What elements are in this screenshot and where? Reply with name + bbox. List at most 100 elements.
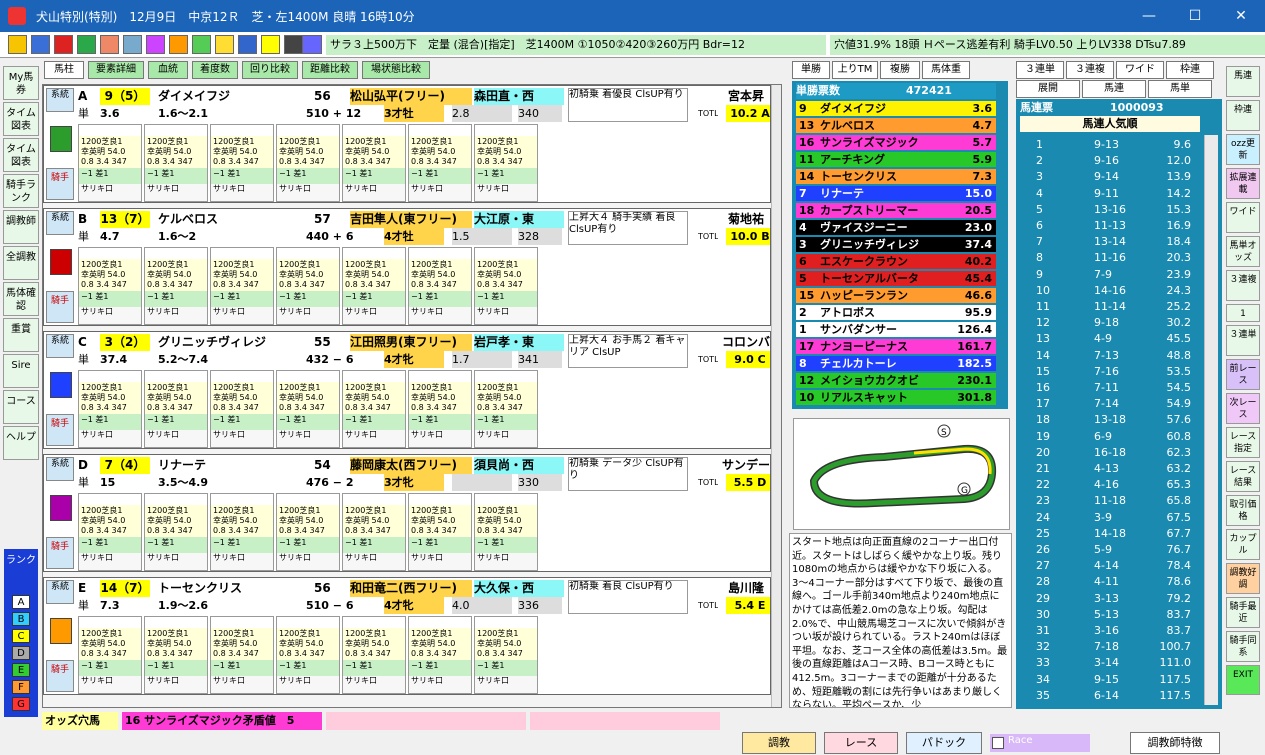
baren-row[interactable]: 26 5-9 76.7: [1024, 542, 1199, 557]
tab-sanrenpuku[interactable]: ３連複: [1066, 61, 1114, 79]
right-nav-button[interactable]: カップル: [1226, 529, 1260, 560]
horse-row[interactable]: 系統 騎手 A 9（5） ダイメイフジ 56 松山弘平(フリー) 森田直・西 初騎…: [43, 85, 771, 203]
tab-umabashira[interactable]: 馬柱: [44, 61, 84, 79]
rank-b[interactable]: B: [12, 612, 30, 626]
horse-system-button[interactable]: 系統: [46, 457, 74, 481]
rank-g[interactable]: G: [12, 697, 30, 711]
horse-name[interactable]: ダイメイフジ: [158, 88, 288, 105]
horse-jockey[interactable]: 松山弘平(フリー): [350, 88, 472, 105]
past-race-cell[interactable]: 1200芝良1 幸英明 54.0 0.8 3.4 347 −1 差1 サリキ口: [342, 493, 406, 571]
horse-row[interactable]: 系統 騎手 B 13（7） ケルベロス 57 吉田隼人(東フリー) 大江原・東 上…: [43, 208, 771, 326]
horse-jockey[interactable]: 和田竜二(西フリー): [350, 580, 472, 597]
past-race-cell[interactable]: 1200芝良1 幸英明 54.0 0.8 3.4 347 −1 差1 サリキ口: [144, 370, 208, 448]
horse-system-button[interactable]: 系統: [46, 334, 74, 358]
tan-row[interactable]: 1 サンバダンサー 126.4: [796, 322, 996, 337]
right-nav-button[interactable]: ３連複: [1226, 270, 1260, 301]
right-nav-button[interactable]: 騎手最近: [1226, 597, 1260, 628]
past-race-cell[interactable]: 1200芝良1 幸英明 54.0 0.8 3.4 347 −1 差1 サリキ口: [474, 493, 538, 571]
baren-row[interactable]: 10 14-16 24.3: [1024, 283, 1199, 298]
past-race-cell[interactable]: 1200芝良1 幸英明 54.0 0.8 3.4 347 −1 差1 サリキ口: [144, 616, 208, 694]
baren-row[interactable]: 32 7-18 100.7: [1024, 639, 1199, 654]
tool-icon-10[interactable]: [215, 35, 234, 54]
past-race-cell[interactable]: 1200芝良1 幸英明 54.0 0.8 3.4 347 −1 差1 サリキ口: [276, 370, 340, 448]
past-race-cell[interactable]: 1200芝良1 幸英明 54.0 0.8 3.4 347 −1 差1 サリキ口: [408, 493, 472, 571]
tab-wide[interactable]: ワイド: [1116, 61, 1164, 79]
tool-icon-12[interactable]: [261, 35, 280, 54]
baren-row[interactable]: 5 13-16 15.3: [1024, 202, 1199, 217]
baren-row[interactable]: 34 9-15 117.5: [1024, 672, 1199, 687]
past-race-cell[interactable]: 1200芝良1 幸英明 54.0 0.8 3.4 347 −1 差1 サリキ口: [474, 247, 538, 325]
rank-d[interactable]: D: [12, 646, 30, 660]
baren-row[interactable]: 20 16-18 62.3: [1024, 445, 1199, 460]
horse-system-button[interactable]: 系統: [46, 580, 74, 604]
tan-row[interactable]: 2 アトロボス 95.9: [796, 305, 996, 320]
nav-time-chart-1[interactable]: タイム図表: [3, 102, 39, 136]
tan-row[interactable]: 3 グリニッチヴィレジ 37.4: [796, 237, 996, 252]
tan-row[interactable]: 15 ハッピーランラン 46.6: [796, 288, 996, 303]
tool-icon-14[interactable]: [302, 35, 322, 54]
past-race-cell[interactable]: 1200芝良1 幸英明 54.0 0.8 3.4 347 −1 差1 サリキ口: [474, 124, 538, 202]
past-race-cell[interactable]: 1200芝良1 幸英明 54.0 0.8 3.4 347 −1 差1 サリキ口: [276, 247, 340, 325]
nav-body-check[interactable]: 馬体確認: [3, 282, 39, 316]
past-race-cell[interactable]: 1200芝良1 幸英明 54.0 0.8 3.4 347 −1 差1 サリキ口: [144, 124, 208, 202]
right-nav-button[interactable]: 前レース: [1226, 359, 1260, 390]
past-race-cell[interactable]: 1200芝良1 幸英明 54.0 0.8 3.4 347 −1 差1 サリキ口: [342, 370, 406, 448]
tool-icon-9[interactable]: [192, 35, 211, 54]
baren-row[interactable]: 1 9-13 9.6: [1024, 137, 1199, 152]
baren-row[interactable]: 3 9-14 13.9: [1024, 169, 1199, 184]
nav-all-training[interactable]: 全調教: [3, 246, 39, 280]
past-race-cell[interactable]: 1200芝良1 幸英明 54.0 0.8 3.4 347 −1 差1 サリキ口: [342, 247, 406, 325]
tab-wakuren[interactable]: 枠連: [1166, 61, 1214, 79]
past-race-cell[interactable]: 1200芝良1 幸英明 54.0 0.8 3.4 347 −1 差1 サリキ口: [78, 370, 142, 448]
past-race-cell[interactable]: 1200芝良1 幸英明 54.0 0.8 3.4 347 −1 差1 サリキ口: [276, 124, 340, 202]
baren-row[interactable]: 12 9-18 30.2: [1024, 315, 1199, 330]
race-checkbox[interactable]: [992, 737, 1004, 749]
nav-sire[interactable]: Sire: [3, 354, 39, 388]
past-race-cell[interactable]: 1200芝良1 幸英明 54.0 0.8 3.4 347 −1 差1 サリキ口: [78, 493, 142, 571]
baren-row[interactable]: 6 11-13 16.9: [1024, 218, 1199, 233]
horse-trainer[interactable]: 大江原・東: [474, 211, 564, 228]
baren-row[interactable]: 27 4-14 78.4: [1024, 558, 1199, 573]
rank-f[interactable]: F: [12, 680, 30, 694]
tan-row[interactable]: 7 リナーテ 15.0: [796, 186, 996, 201]
past-race-cell[interactable]: 1200芝良1 幸英明 54.0 0.8 3.4 347 −1 差1 サリキ口: [474, 616, 538, 694]
tan-row[interactable]: 11 アーチキング 5.9: [796, 152, 996, 167]
horse-name[interactable]: ケルベロス: [158, 211, 288, 228]
nav-graded[interactable]: 重賞: [3, 318, 39, 352]
tool-icon-2[interactable]: [31, 35, 50, 54]
horse-name[interactable]: グリニッチヴィレジ: [158, 334, 288, 351]
horse-trainer[interactable]: 大久保・西: [474, 580, 564, 597]
right-nav-button[interactable]: 馬単オッズ: [1226, 236, 1260, 267]
past-race-cell[interactable]: 1200芝良1 幸英明 54.0 0.8 3.4 347 −1 差1 サリキ口: [144, 247, 208, 325]
horse-name[interactable]: リナーテ: [158, 457, 288, 474]
rank-a[interactable]: A: [12, 595, 30, 609]
horse-trainer[interactable]: 須貝尚・西: [474, 457, 564, 474]
baren-row[interactable]: 8 11-16 20.3: [1024, 250, 1199, 265]
tan-row[interactable]: 9 ダイメイフジ 3.6: [796, 101, 996, 116]
baren-row[interactable]: 29 3-13 79.2: [1024, 591, 1199, 606]
tab-tansho[interactable]: 単勝: [792, 61, 830, 79]
baren-row[interactable]: 4 9-11 14.2: [1024, 186, 1199, 201]
baren-row[interactable]: 33 3-14 111.0: [1024, 655, 1199, 670]
baren-row[interactable]: 7 13-14 18.4: [1024, 234, 1199, 249]
right-nav-button[interactable]: ワイド: [1226, 202, 1260, 233]
right-nav-button[interactable]: ozz更新: [1226, 134, 1260, 165]
tool-icon-1[interactable]: [8, 35, 27, 54]
nav-time-chart-2[interactable]: タイム図表: [3, 138, 39, 172]
right-nav-button[interactable]: レース指定: [1226, 427, 1260, 458]
past-race-cell[interactable]: 1200芝良1 幸英明 54.0 0.8 3.4 347 −1 差1 サリキ口: [408, 247, 472, 325]
baren-row[interactable]: 17 7-14 54.9: [1024, 396, 1199, 411]
baren-row[interactable]: 35 6-14 117.5: [1024, 688, 1199, 703]
right-nav-button[interactable]: 拡展連載: [1226, 168, 1260, 199]
horse-name[interactable]: トーセンクリス: [158, 580, 288, 597]
paddock-button[interactable]: パドック: [906, 732, 982, 754]
past-race-cell[interactable]: 1200芝良1 幸英明 54.0 0.8 3.4 347 −1 差1 サリキ口: [78, 616, 142, 694]
baren-row[interactable]: 30 5-13 83.7: [1024, 607, 1199, 622]
tan-row[interactable]: 13 ケルベロス 4.7: [796, 118, 996, 133]
past-race-cell[interactable]: 1200芝良1 幸英明 54.0 0.8 3.4 347 −1 差1 サリキ口: [276, 616, 340, 694]
baren-row[interactable]: 19 6-9 60.8: [1024, 429, 1199, 444]
tab-turn-compare[interactable]: 回り比較: [242, 61, 298, 79]
past-race-cell[interactable]: 1200芝良1 幸英明 54.0 0.8 3.4 347 −1 差1 サリキ口: [408, 616, 472, 694]
past-race-cell[interactable]: 1200芝良1 幸英明 54.0 0.8 3.4 347 −1 差1 サリキ口: [276, 493, 340, 571]
tan-row[interactable]: 17 ナンヨーピーナス 161.7: [796, 339, 996, 354]
